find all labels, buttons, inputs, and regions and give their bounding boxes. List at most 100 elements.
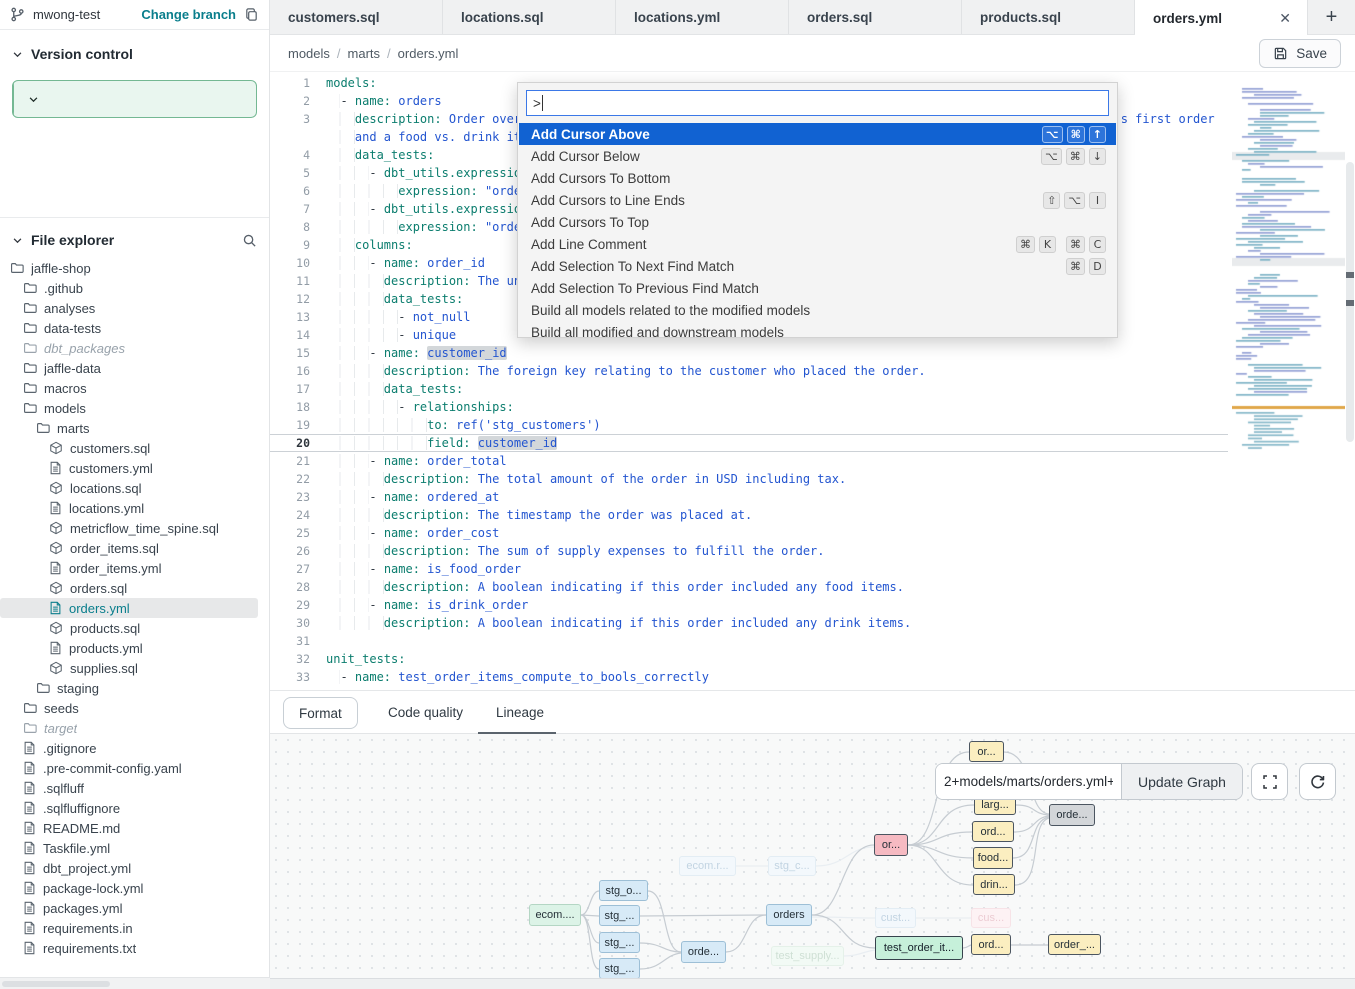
- lineage-node[interactable]: stg_...: [599, 958, 640, 978]
- tree-item-packages.yml[interactable]: packages.yml: [0, 898, 268, 918]
- command-input[interactable]: >: [526, 90, 1109, 116]
- sidebar-scrollbar[interactable]: [0, 977, 270, 989]
- lineage-node[interactable]: food...: [973, 847, 1013, 869]
- tab-locations.sql[interactable]: locations.sql: [443, 0, 616, 34]
- pr-dropdown-toggle[interactable]: [13, 81, 53, 117]
- tree-item-target[interactable]: target: [0, 718, 268, 738]
- save-button[interactable]: Save: [1259, 39, 1341, 68]
- tree-item-order_items.yml[interactable]: order_items.yml: [0, 558, 268, 578]
- tree-item-orders.yml[interactable]: orders.yml: [0, 598, 258, 618]
- version-control-header[interactable]: Version control: [12, 40, 257, 68]
- copy-icon[interactable]: [244, 7, 259, 22]
- tree-item-locations.sql[interactable]: locations.sql: [0, 478, 268, 498]
- lineage-node[interactable]: cust...: [875, 908, 916, 928]
- command-item-add-cursors-to-line-ends[interactable]: Add Cursors to Line Ends⇧⌥I: [519, 189, 1116, 211]
- tree-item-staging[interactable]: staging: [0, 678, 268, 698]
- command-item-add-cursor-below[interactable]: Add Cursor Below⌥⌘↓: [519, 145, 1116, 167]
- lineage-node[interactable]: orde...: [1049, 804, 1095, 826]
- tree-item-jaffle-data[interactable]: jaffle-data: [0, 358, 268, 378]
- tree-item-dbt_project.yml[interactable]: dbt_project.yml: [0, 858, 268, 878]
- code-editor[interactable]: 1models:2 - name: orders3 description: O…: [270, 72, 1355, 690]
- editor-scrollbar[interactable]: [1345, 72, 1355, 690]
- tab-orders.yml[interactable]: orders.yml✕: [1135, 0, 1308, 36]
- update-graph-button[interactable]: Update Graph: [1121, 764, 1242, 799]
- tree-item-products.yml[interactable]: products.yml: [0, 638, 268, 658]
- command-item-add-line-comment[interactable]: Add Line Comment⌘K⌘C: [519, 233, 1116, 255]
- breadcrumb-part[interactable]: marts: [348, 46, 381, 61]
- lineage-node[interactable]: drin...: [973, 874, 1015, 895]
- command-item-add-selection-to-next-find-match[interactable]: Add Selection To Next Find Match⌘D: [519, 255, 1116, 277]
- tree-item-jaffle-shop[interactable]: jaffle-shop: [0, 258, 268, 278]
- tree-item-.pre-commit-config.yaml[interactable]: .pre-commit-config.yaml: [0, 758, 268, 778]
- lineage-node[interactable]: orde...: [681, 941, 726, 963]
- close-tab-icon[interactable]: ✕: [1277, 10, 1293, 27]
- lineage-node[interactable]: order_...: [1048, 934, 1101, 955]
- tree-item-orders.sql[interactable]: orders.sql: [0, 578, 268, 598]
- tree-item-label: locations.yml: [69, 501, 144, 516]
- command-item-add-cursors-to-bottom[interactable]: Add Cursors To Bottom: [519, 167, 1116, 189]
- lineage-node[interactable]: stg_c...: [768, 856, 816, 876]
- tab-code-quality[interactable]: Code quality: [388, 691, 463, 734]
- create-pr-button[interactable]: Create a pull request on Git...: [12, 80, 257, 118]
- lineage-node[interactable]: stg_...: [599, 905, 640, 926]
- breadcrumb-part[interactable]: orders.yml: [398, 46, 459, 61]
- tree-item-seeds[interactable]: seeds: [0, 698, 268, 718]
- command-item-add-cursor-above[interactable]: Add Cursor Above⌥⌘↑: [519, 123, 1116, 145]
- tab-lineage[interactable]: Lineage: [496, 691, 544, 734]
- lineage-node[interactable]: or...: [874, 834, 908, 856]
- tab-products.sql[interactable]: products.sql: [962, 0, 1135, 34]
- tree-item-data-tests[interactable]: data-tests: [0, 318, 268, 338]
- tree-item-.sqlfluff[interactable]: .sqlfluff: [0, 778, 268, 798]
- lineage-node[interactable]: ord...: [971, 934, 1011, 955]
- tree-item-models[interactable]: models: [0, 398, 268, 418]
- command-item-build-all-modified-and-downstream-models[interactable]: Build all modified and downstream models: [519, 321, 1116, 343]
- breadcrumb-part[interactable]: models: [288, 46, 330, 61]
- lineage-node[interactable]: stg_...: [599, 932, 640, 953]
- search-icon[interactable]: [242, 233, 257, 248]
- lineage-node[interactable]: orders: [766, 904, 812, 926]
- lineage-node[interactable]: or...: [969, 741, 1004, 762]
- command-item-build-all-models-related-to-the-modified-models[interactable]: Build all models related to the modified…: [519, 299, 1116, 321]
- lineage-node[interactable]: test_supply...: [771, 946, 844, 966]
- fullscreen-button[interactable]: [1251, 763, 1288, 800]
- lineage-node[interactable]: test_order_it...: [875, 936, 963, 960]
- lineage-canvas[interactable]: ecom.r... stg_c... ecom.... stg_o... stg_...…: [270, 734, 1355, 978]
- tree-item-.sqlfluffignore[interactable]: .sqlfluffignore: [0, 798, 268, 818]
- tree-item-requirements.txt[interactable]: requirements.txt: [0, 938, 268, 958]
- model-cube-icon: [49, 441, 63, 455]
- lineage-node[interactable]: stg_o...: [599, 880, 648, 901]
- tree-item-metricflow_time_spine.sql[interactable]: metricflow_time_spine.sql: [0, 518, 268, 538]
- command-item-add-cursors-to-top[interactable]: Add Cursors To Top: [519, 211, 1116, 233]
- tree-item-Taskfile.yml[interactable]: Taskfile.yml: [0, 838, 268, 858]
- tree-item-locations.yml[interactable]: locations.yml: [0, 498, 268, 518]
- tree-item-products.sql[interactable]: products.sql: [0, 618, 268, 638]
- file-explorer-header[interactable]: File explorer: [12, 226, 257, 254]
- command-item-add-selection-to-previous-find-match[interactable]: Add Selection To Previous Find Match: [519, 277, 1116, 299]
- tab-orders.sql[interactable]: orders.sql: [789, 0, 962, 34]
- tree-item-customers.yml[interactable]: customers.yml: [0, 458, 268, 478]
- tree-item-package-lock.yml[interactable]: package-lock.yml: [0, 878, 268, 898]
- tree-item-.gitignore[interactable]: .gitignore: [0, 738, 268, 758]
- lineage-filter-input[interactable]: [936, 764, 1121, 799]
- tree-item-dbt_packages[interactable]: dbt_packages: [0, 338, 268, 358]
- tree-item-requirements.in[interactable]: requirements.in: [0, 918, 268, 938]
- tree-item-customers.sql[interactable]: customers.sql: [0, 438, 268, 458]
- refresh-button[interactable]: [1299, 763, 1336, 800]
- tree-item-README.md[interactable]: README.md: [0, 818, 268, 838]
- lineage-node[interactable]: ord...: [972, 821, 1014, 842]
- lineage-node[interactable]: cus...: [971, 908, 1011, 928]
- tree-item-order_items.sql[interactable]: order_items.sql: [0, 538, 268, 558]
- tree-item-.github[interactable]: .github: [0, 278, 268, 298]
- tree-item-macros[interactable]: macros: [0, 378, 268, 398]
- change-branch-link[interactable]: Change branch: [141, 7, 236, 22]
- tab-customers.sql[interactable]: customers.sql: [270, 0, 443, 34]
- tree-item-marts[interactable]: marts: [0, 418, 268, 438]
- lineage-node[interactable]: ecom.r...: [679, 856, 736, 876]
- tree-item-analyses[interactable]: analyses: [0, 298, 268, 318]
- tree-item-supplies.sql[interactable]: supplies.sql: [0, 658, 268, 678]
- new-tab-button[interactable]: +: [1308, 0, 1355, 34]
- format-button[interactable]: Format: [283, 697, 358, 729]
- lineage-node[interactable]: ecom....: [529, 904, 581, 926]
- tab-locations.yml[interactable]: locations.yml: [616, 0, 789, 34]
- minimap[interactable]: [1232, 82, 1345, 455]
